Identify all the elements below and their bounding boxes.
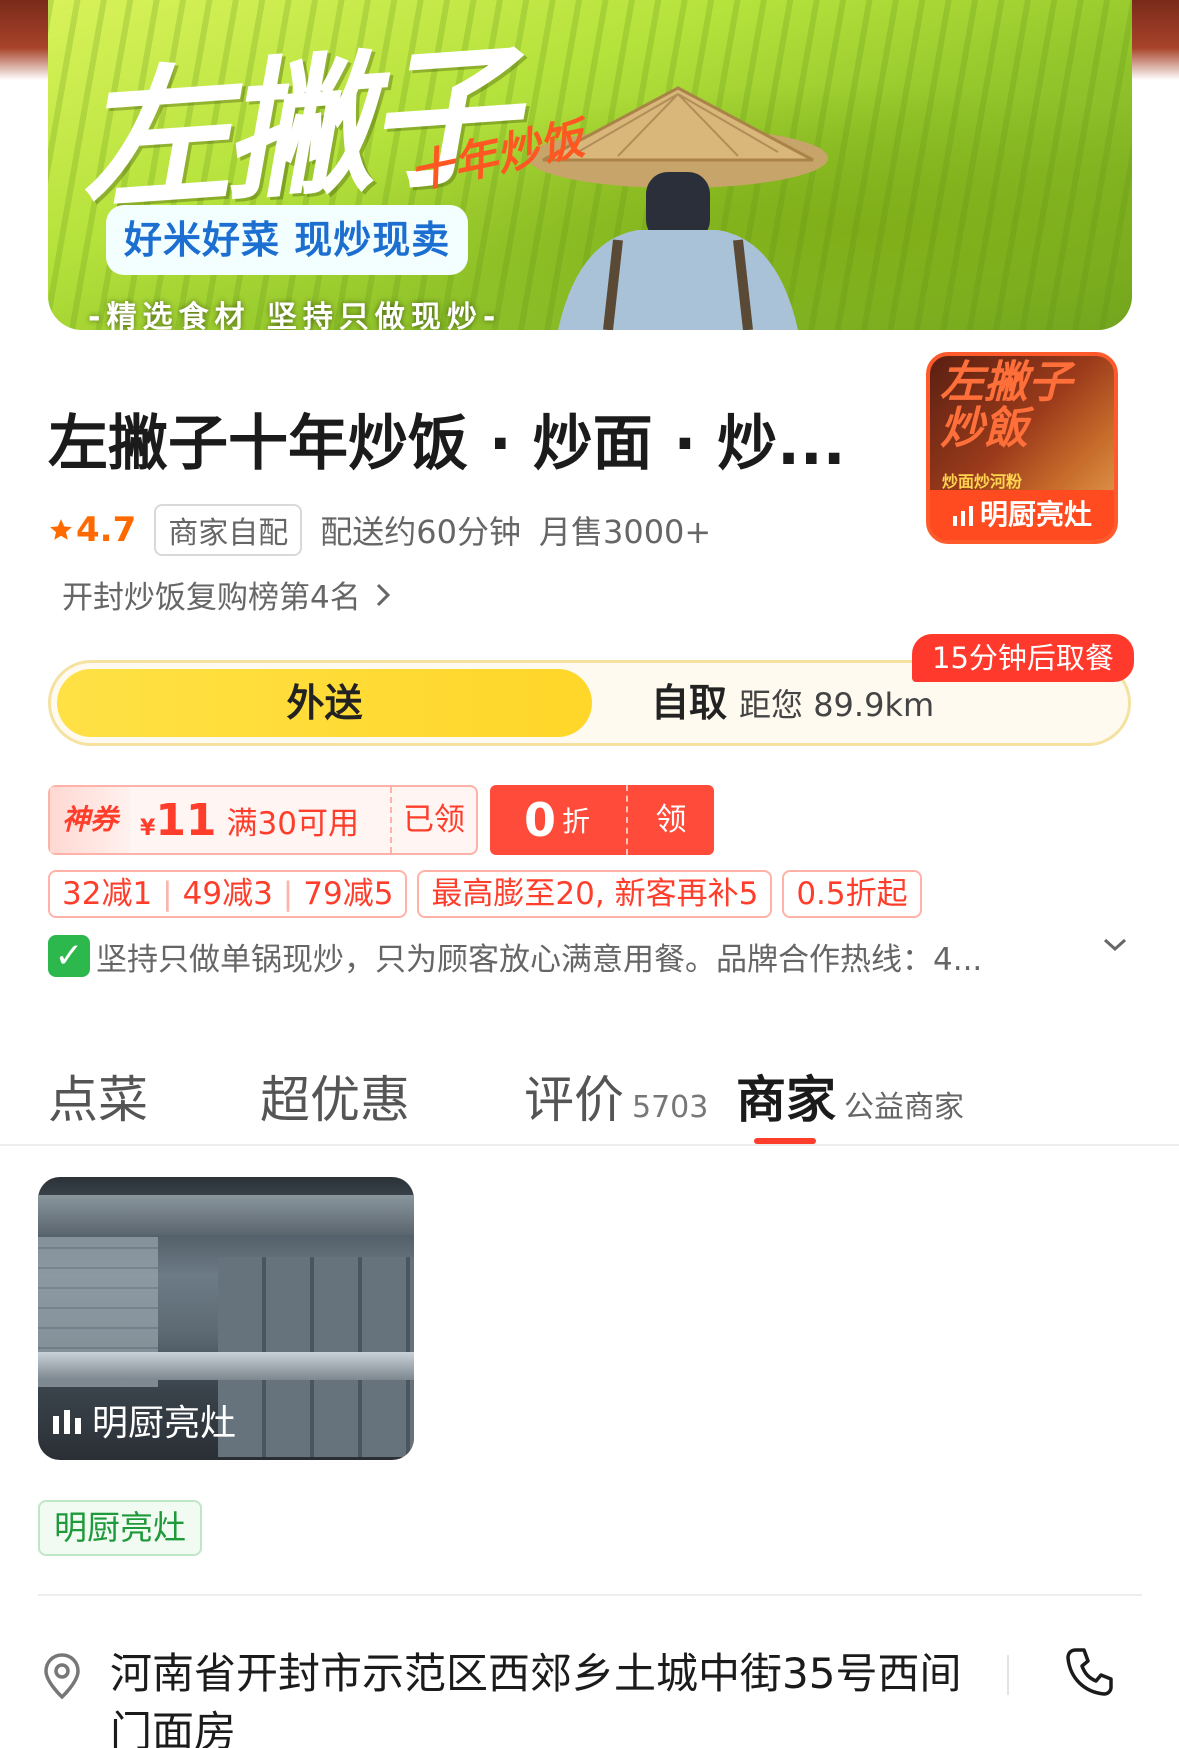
monthly-sales: 月售3000+	[538, 513, 712, 551]
zero-value: 0	[524, 793, 557, 847]
pickup-time-badge: 15分钟后取餐	[912, 634, 1134, 682]
kitchen-counter	[38, 1352, 414, 1380]
bars-icon	[952, 506, 973, 526]
open-kitchen-tag: 明厨亮灶	[38, 1500, 202, 1556]
pickup-label: 自取	[651, 681, 728, 725]
banner-pill: 好米好菜 现炒现卖	[106, 205, 469, 275]
delivery-tab[interactable]: 外送	[57, 669, 592, 737]
tab-reviews-label: 评价	[524, 1071, 624, 1129]
discount-promo[interactable]: 0.5折起	[782, 870, 922, 918]
delivery-time: 配送约60分钟	[320, 513, 521, 551]
store-meta: 4.7 商家自配 配送约60分钟 月售3000+	[48, 504, 712, 556]
location-pin-icon	[44, 1653, 80, 1700]
bars-icon	[53, 1410, 81, 1434]
tab-bar: 点菜 超优惠 评价 5703 商家 公益商家	[0, 1050, 1179, 1146]
tab-reviews[interactable]: 评价 5703	[524, 1060, 708, 1132]
tab-indicator	[754, 1138, 816, 1144]
reduce-3: 79减5	[303, 876, 394, 912]
store-logo[interactable]: 左撇子 炒飯 炒面炒河粉 明厨亮灶	[926, 352, 1118, 544]
distance-text: 距您 89.9km	[739, 686, 935, 724]
logo-text: 左撇子 炒飯	[940, 357, 1072, 454]
rating: 4.7	[48, 510, 136, 550]
coupon-value: 11	[155, 794, 217, 846]
tab-order[interactable]: 点菜	[48, 1060, 148, 1132]
currency-symbol: ¥	[140, 815, 156, 841]
kitchen-photo-label: 明厨亮灶	[52, 1394, 236, 1446]
kitchen-hood	[38, 1195, 414, 1235]
logo-badge-label: 明厨亮灶	[979, 498, 1092, 531]
banner-slogan: -精选食材 坚持只做现炒-	[88, 300, 502, 330]
store-banner: 左撇子 十年炒饭 好米好菜 现炒现卖 -精选食材 坚持只做现炒-	[48, 0, 1132, 330]
rank-text: 开封炒饭复购榜第4名	[62, 580, 361, 616]
logo-badge: 明厨亮灶	[930, 490, 1114, 540]
reduce-2: 49减3	[182, 876, 273, 912]
tab-merchant-label: 商家	[736, 1071, 836, 1129]
pickup-tab[interactable]: 自取 距您 89.9km	[651, 663, 934, 743]
delivery-type-badge: 商家自配	[154, 504, 303, 556]
reduce-1: 32减1	[62, 876, 153, 912]
phone-icon[interactable]	[1062, 1645, 1116, 1699]
notice-text: 坚持只做单锅现炒，只为顾客放心满意用餐。品牌合作热线：4...	[96, 941, 983, 978]
coupon-condition: 满30可用	[226, 805, 359, 842]
chevron-right-icon	[376, 583, 390, 606]
star-icon	[50, 519, 72, 540]
chevron-down-icon[interactable]	[1102, 936, 1128, 954]
boost-promo[interactable]: 最高膨至20, 新客再补5	[417, 870, 773, 918]
tab-merchant[interactable]: 商家 公益商家	[736, 1060, 964, 1132]
store-notice[interactable]: ✓ 坚持只做单锅现炒，只为顾客放心满意用餐。品牌合作热线：4...	[48, 930, 1138, 982]
promo-row: 32减1 | 49减3 | 79减5 最高膨至20, 新客再补5 0.5折起	[48, 870, 922, 918]
zero-unit: 折	[562, 805, 591, 838]
logo-sub: 炒面炒河粉	[942, 472, 1023, 491]
banner-brand: 左撇子	[73, 26, 517, 232]
zero-discount-coupon[interactable]: 0 折 领	[490, 785, 714, 855]
coupon-claimed-button[interactable]: 已领	[390, 787, 476, 853]
coupon-amount: ¥11	[140, 795, 217, 846]
store-address[interactable]: 河南省开封市示范区西郊乡土城中街35号西间门面房	[110, 1645, 990, 1748]
check-icon: ✓	[48, 935, 90, 977]
address-separator	[1007, 1655, 1009, 1695]
reduce-promo[interactable]: 32减1 | 49减3 | 79减5	[48, 870, 408, 918]
super-coupon[interactable]: 神券 ¥11 满30可用 已领	[48, 785, 478, 855]
kitchen-label-text: 明厨亮灶	[92, 1403, 237, 1444]
tab-deals[interactable]: 超优惠	[260, 1060, 410, 1132]
coupon-tag: 神券	[50, 787, 130, 853]
reviews-count: 5703	[632, 1090, 709, 1125]
divider	[38, 1594, 1142, 1596]
kitchen-photo[interactable]: 明厨亮灶	[38, 1177, 414, 1460]
claim-button[interactable]: 领	[626, 785, 714, 855]
store-name: 左撇子十年炒饭 · 炒面 · 炒...	[48, 409, 846, 479]
rating-value: 4.7	[76, 510, 137, 550]
merchant-sub: 公益商家	[844, 1090, 964, 1125]
rank-link[interactable]: 开封炒饭复购榜第4名	[62, 572, 391, 617]
